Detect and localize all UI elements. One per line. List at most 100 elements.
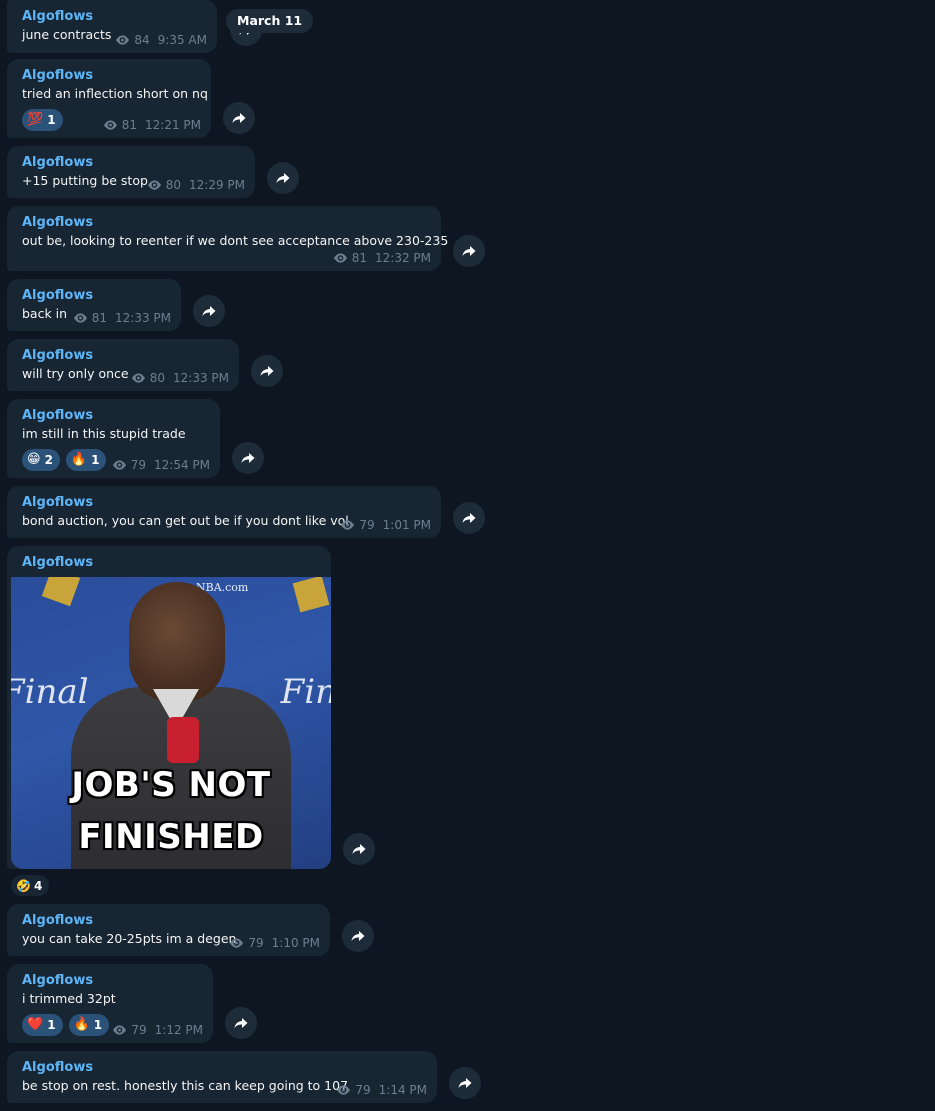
hundred-points-icon: 💯 (27, 112, 44, 127)
message-meta: 79 1:10 PM (229, 936, 320, 950)
eye-icon (103, 120, 117, 130)
eye-icon (337, 1085, 351, 1095)
message-bubble[interactable]: Algoflows be stop on rest. honestly this… (7, 1051, 437, 1103)
sender-name[interactable]: Algoflows (22, 214, 431, 232)
reaction-bar: ❤️ 1 🔥 1 (22, 1014, 110, 1036)
message-time: 12:54 PM (154, 458, 210, 472)
share-arrow-icon (351, 931, 365, 941)
share-arrow-icon (232, 113, 246, 123)
media-caption: JOB'S NOT (71, 765, 271, 805)
eye-icon (147, 180, 161, 190)
sender-name[interactable]: Algoflows (22, 554, 321, 572)
eye-icon (112, 460, 126, 470)
share-arrow-icon (276, 173, 290, 183)
microphone-shape (167, 717, 199, 763)
message-bubble[interactable]: Algoflows june contracts 84 9:35 AM (7, 0, 217, 53)
eye-icon (230, 938, 244, 948)
sender-name[interactable]: Algoflows (22, 1059, 427, 1077)
share-button[interactable] (225, 1007, 257, 1039)
reaction-count: 1 (93, 1018, 103, 1032)
fire-icon: 🔥 (70, 452, 88, 467)
message-meta: 80 12:29 PM (147, 178, 245, 192)
view-count: 80 (149, 371, 165, 385)
reaction-chip[interactable]: 🤣 4 (11, 875, 50, 896)
share-button[interactable] (453, 502, 485, 534)
sender-name[interactable]: Algoflows (22, 407, 210, 425)
grin-face-icon: 😁 (27, 452, 41, 467)
share-button[interactable] (342, 920, 374, 952)
message-bubble[interactable]: Algoflows out be, looking to reenter if … (7, 206, 449, 271)
reaction-bar: 💯 1 (22, 109, 63, 131)
sender-name[interactable]: Algoflows (22, 912, 320, 930)
share-arrow-icon (462, 513, 476, 523)
sender-name[interactable]: Algoflows (22, 154, 245, 172)
share-arrow-icon (241, 453, 255, 463)
share-button[interactable] (453, 235, 485, 267)
message-bubble[interactable]: Algoflows i trimmed 32pt ❤️ 1 🔥 1 79 1:1… (7, 964, 213, 1043)
message-meta: 79 12:54 PM (112, 458, 210, 472)
eye-icon (341, 520, 355, 530)
message-bubble[interactable]: Algoflows bond auction, you can get out … (7, 486, 441, 538)
message-time: 1:12 PM (154, 1023, 203, 1037)
reaction-chip[interactable]: 🔥 1 (68, 1014, 110, 1036)
sender-name[interactable]: Algoflows (22, 67, 201, 85)
view-count: 79 (130, 458, 146, 472)
reaction-chip[interactable]: 🔥 1 (65, 449, 107, 471)
message-time: 12:33 PM (115, 311, 171, 325)
message-meta: 81 12:32 PM (333, 251, 431, 265)
media-backdrop-text: Fin (280, 672, 331, 712)
gif-media[interactable]: NBA.com Final Fin JOB'S NOT FINISHED (11, 577, 331, 869)
reaction-chip[interactable]: ❤️ 1 (22, 1014, 63, 1036)
message-bubble[interactable]: Algoflows +15 putting be stop 80 12:29 P… (7, 146, 255, 198)
person-figure (129, 582, 225, 702)
reaction-count: 1 (47, 113, 56, 127)
share-button[interactable] (267, 162, 299, 194)
share-button[interactable] (232, 442, 264, 474)
sender-name[interactable]: Algoflows (22, 972, 203, 990)
message-text: tried an inflection short on nq (22, 86, 208, 101)
reaction-count: 1 (47, 1018, 56, 1032)
share-button[interactable] (223, 102, 255, 134)
share-button[interactable] (343, 833, 375, 865)
reaction-count: 2 (44, 453, 53, 467)
sender-name[interactable]: Algoflows (22, 347, 229, 365)
share-button[interactable] (449, 1067, 481, 1099)
message-bubble[interactable]: Algoflows im still in this stupid trade … (7, 399, 220, 478)
view-count: 81 (91, 311, 107, 325)
share-button[interactable] (251, 355, 283, 387)
view-count: 79 (131, 1023, 147, 1037)
message-bubble[interactable]: Algoflows will try only once 80 12:33 PM (7, 339, 239, 391)
eye-icon (113, 1025, 127, 1035)
reaction-chip[interactable]: 💯 1 (22, 109, 63, 131)
message-time: 12:29 PM (189, 178, 245, 192)
reaction-bar: 😁 2 🔥 1 (22, 449, 107, 471)
date-separator: March 11 (226, 9, 314, 33)
sender-name[interactable]: Algoflows (22, 287, 171, 305)
sender-name[interactable]: Algoflows (22, 494, 431, 512)
message-bubble[interactable]: Algoflows you can take 20-25pts im a deg… (7, 904, 330, 956)
share-button[interactable] (193, 295, 225, 327)
reaction-count: 4 (33, 878, 43, 893)
media-backdrop-text: Final (11, 672, 89, 712)
message-meta: 84 9:35 AM (115, 33, 207, 47)
message-bubble[interactable]: Algoflows back in 81 12:33 PM (7, 279, 181, 331)
message-meta: 80 12:33 PM (131, 371, 229, 385)
message-bubble[interactable]: Algoflows tried an inflection short on n… (7, 59, 211, 138)
view-count: 79 (248, 936, 264, 950)
message-time: 12:21 PM (145, 118, 201, 132)
eye-icon (131, 373, 145, 383)
share-arrow-icon (234, 1018, 248, 1028)
share-arrow-icon (462, 246, 476, 256)
heart-icon: ❤️ (27, 1017, 44, 1032)
channel-feed: Algoflows june contracts 84 9:35 AM Marc… (0, 0, 935, 1111)
message-meta: 79 1:01 PM (340, 518, 431, 532)
view-count: 79 (359, 518, 375, 532)
message-text: out be, looking to reenter if we dont se… (22, 233, 449, 248)
share-arrow-icon (352, 844, 366, 854)
eye-icon (116, 35, 130, 45)
reaction-chip[interactable]: 😁 2 (22, 449, 60, 471)
sender-name[interactable]: Algoflows (22, 8, 207, 26)
decor-shape (292, 577, 330, 613)
view-count: 81 (351, 251, 367, 265)
share-arrow-icon (260, 366, 274, 376)
